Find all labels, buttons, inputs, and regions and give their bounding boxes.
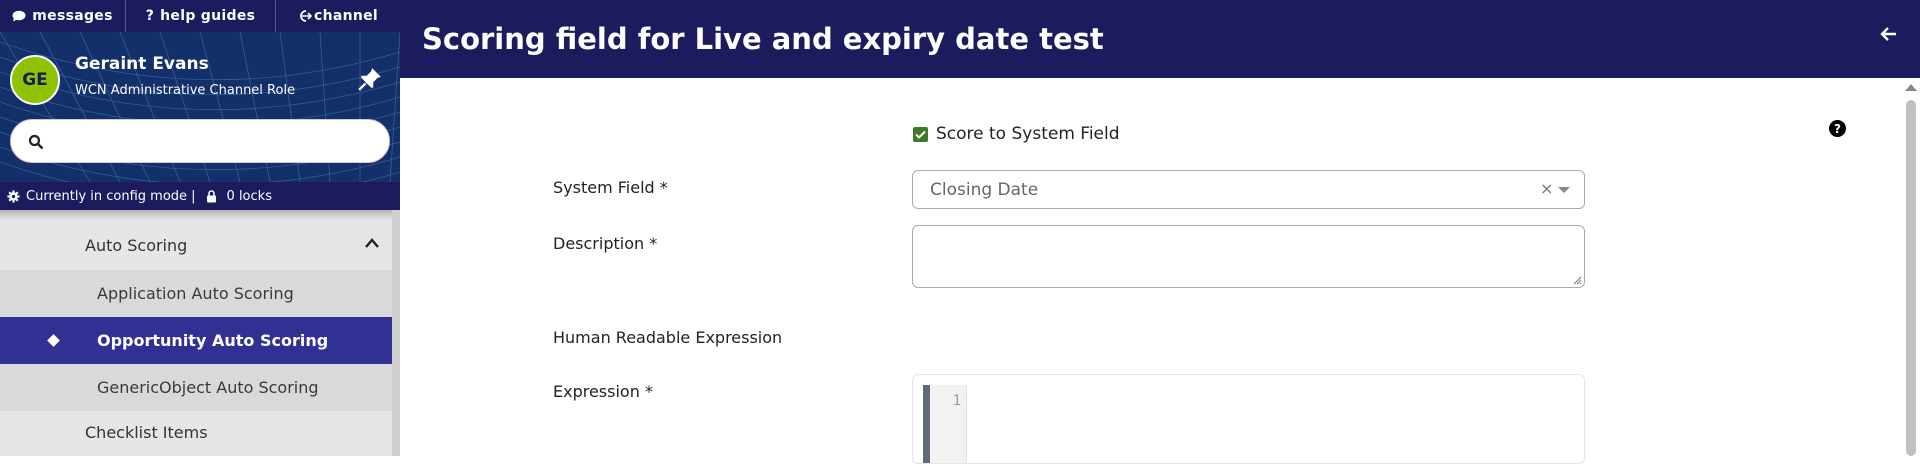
pin-icon[interactable] — [357, 66, 383, 92]
sidebar-item-label: Opportunity Auto Scoring — [97, 331, 329, 350]
main-scrollbar[interactable] — [1902, 78, 1920, 456]
sidebar-nav: Auto Scoring Application Auto Scoring Op… — [0, 220, 392, 456]
avatar[interactable]: GE — [10, 55, 60, 105]
sidebar-scrollbar[interactable] — [392, 210, 400, 456]
gear-icon — [7, 189, 20, 203]
check-icon — [915, 130, 926, 139]
help-guides-label: help guides — [160, 8, 256, 24]
search-input[interactable] — [10, 119, 390, 163]
help-icon[interactable]: ? — [1829, 120, 1846, 137]
score-to-system-field-row[interactable]: Score to System Field — [913, 124, 1120, 144]
score-to-system-field-checkbox[interactable] — [913, 126, 928, 142]
sidebar-item-label: Auto Scoring — [85, 235, 188, 255]
sidebar-item-application-auto-scoring[interactable]: Application Auto Scoring — [0, 270, 392, 317]
user-role: WCN Administrative Channel Role — [75, 83, 296, 98]
channel-icon — [300, 10, 312, 22]
sidebar-item-checklist-items[interactable]: Checklist Items — [0, 411, 392, 456]
page-header: Scoring field for Live and expiry date t… — [400, 0, 1920, 78]
messages-label: messages — [32, 8, 113, 24]
human-readable-expression-label: Human Readable Expression — [553, 328, 783, 347]
channel-label: channel — [313, 8, 379, 24]
back-arrow-icon[interactable] — [1880, 26, 1898, 42]
sidebar-item-label: GenericObject Auto Scoring — [97, 378, 319, 397]
sidebar: messages ? help guides channel GE Gerain… — [0, 0, 400, 456]
sidebar-item-opportunity-auto-scoring[interactable]: Opportunity Auto Scoring — [0, 317, 392, 364]
score-to-system-field-label: Score to System Field — [936, 124, 1120, 144]
locks-count: 0 locks — [226, 188, 272, 204]
question-icon: ? — [145, 8, 155, 24]
caret-down-icon[interactable] — [1558, 187, 1570, 193]
system-field-value: Closing Date — [930, 180, 1039, 200]
scrollbar-thumb[interactable] — [1906, 100, 1916, 456]
config-mode-bar: Currently in config mode | 0 locks — [0, 182, 400, 210]
active-diamond-icon — [47, 334, 60, 347]
sidebar-shadow — [0, 210, 400, 220]
lock-icon — [206, 189, 216, 202]
page-title: Scoring field for Live and expiry date t… — [422, 22, 1104, 56]
chevron-up-icon[interactable] — [364, 237, 380, 249]
user-name: Geraint Evans — [75, 54, 209, 74]
sidebar-item-label: Checklist Items — [85, 423, 208, 442]
help-guides-link[interactable]: ? help guides — [126, 0, 276, 32]
expression-label: Expression * — [553, 382, 653, 401]
channel-link[interactable]: channel — [276, 0, 400, 32]
resize-grip-icon[interactable] — [1573, 276, 1582, 285]
clear-icon[interactable]: × — [1540, 179, 1553, 198]
main-content: Score to System Field ? System Field * C… — [400, 78, 1920, 464]
description-label: Description * — [553, 234, 658, 253]
editor-left-bar — [923, 385, 930, 463]
messages-link[interactable]: messages — [0, 0, 126, 32]
top-nav: messages ? help guides channel — [0, 0, 400, 32]
config-mode-text: Currently in config mode | — [26, 188, 196, 204]
system-field-label: System Field * — [553, 178, 668, 197]
search-icon — [28, 134, 44, 150]
system-field-select[interactable]: Closing Date × — [912, 170, 1585, 209]
line-number: 1 — [952, 393, 961, 409]
sidebar-item-label: Application Auto Scoring — [97, 284, 294, 303]
user-banner: GE Geraint Evans WCN Administrative Chan… — [0, 32, 400, 182]
scroll-up-icon[interactable] — [1905, 84, 1917, 91]
sidebar-item-genericobject-auto-scoring[interactable]: GenericObject Auto Scoring — [0, 364, 392, 411]
chat-bubble-icon — [12, 10, 26, 22]
description-textarea[interactable] — [912, 225, 1585, 288]
expression-editor[interactable]: 1 — [912, 374, 1585, 464]
sidebar-item-auto-scoring[interactable]: Auto Scoring — [0, 220, 392, 270]
